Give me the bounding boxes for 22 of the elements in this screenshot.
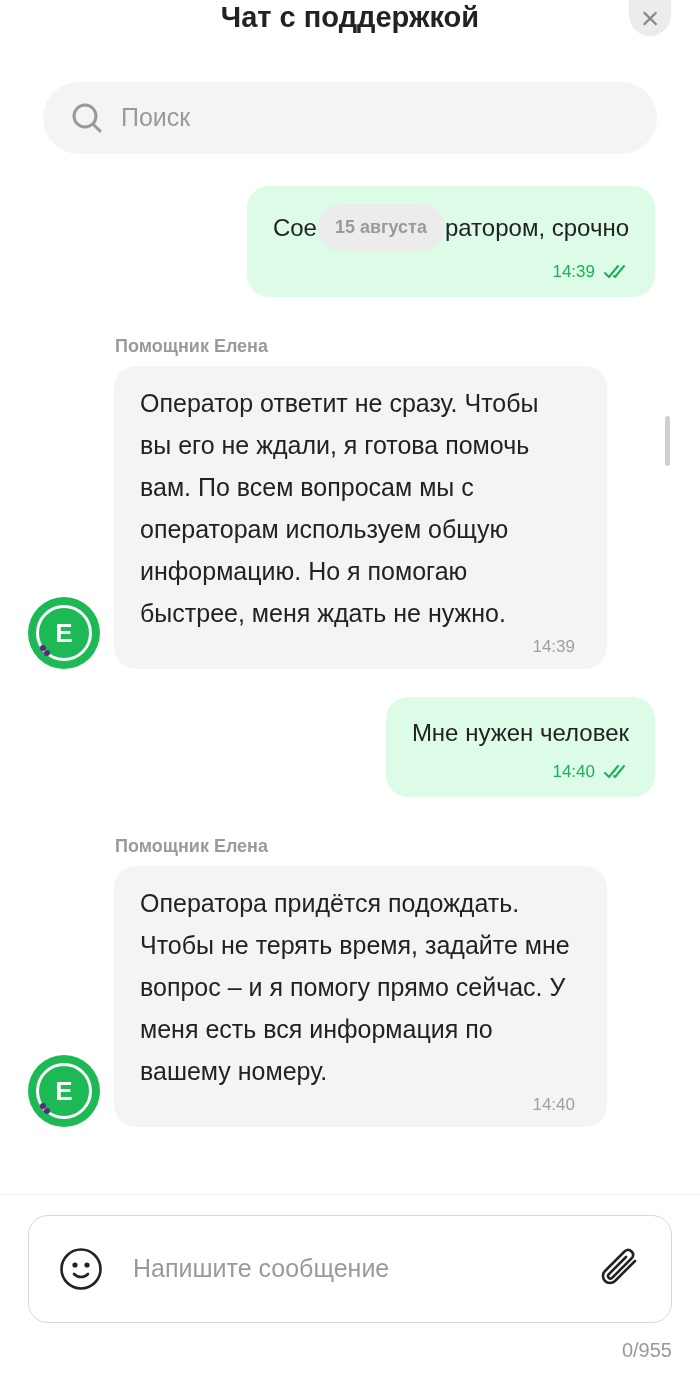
message-time: 14:40 — [532, 1093, 575, 1116]
character-counter: 0/955 — [621, 1338, 672, 1363]
sender-name: Помощник Елена — [115, 834, 269, 858]
date-chip: 15 августа — [316, 204, 445, 251]
search-icon — [71, 102, 103, 134]
message-time: 14:39 — [532, 635, 575, 658]
sender-name: Помощник Елена — [115, 334, 269, 358]
assistant-avatar: Е — [28, 1055, 100, 1127]
message-text: Оператор ответит не сразу. Чтобы вы его не ждали, я готова помочь вам. По всем вопросам мы с операторам используем общую информацию. Но я помогаю быстрее, меня ждать не нужно. — [140, 387, 540, 629]
message-text: ратором, срочно — [444, 212, 629, 243]
scrollbar[interactable] — [665, 416, 670, 466]
message-text: Мне нужен человек — [411, 718, 629, 748]
message-text: Сое — [272, 212, 317, 243]
search-field[interactable]: Поиск — [43, 82, 657, 154]
search-input[interactable]: Поиск — [121, 99, 657, 137]
message-time: 14:40 — [552, 761, 595, 783]
assistant-avatar: Е — [28, 597, 100, 669]
close-button[interactable]: × — [629, 0, 671, 36]
emoji-icon[interactable] — [59, 1247, 103, 1291]
message-time: 14:39 — [552, 261, 595, 283]
chat-title: Чат с поддержкой — [220, 0, 480, 36]
message-text: Оператора придётся подождать. Чтобы не терять время, задайте мне вопрос – и я помогу прямо сейчас. У меня есть вся информация по вашему номеру. — [140, 887, 571, 1087]
